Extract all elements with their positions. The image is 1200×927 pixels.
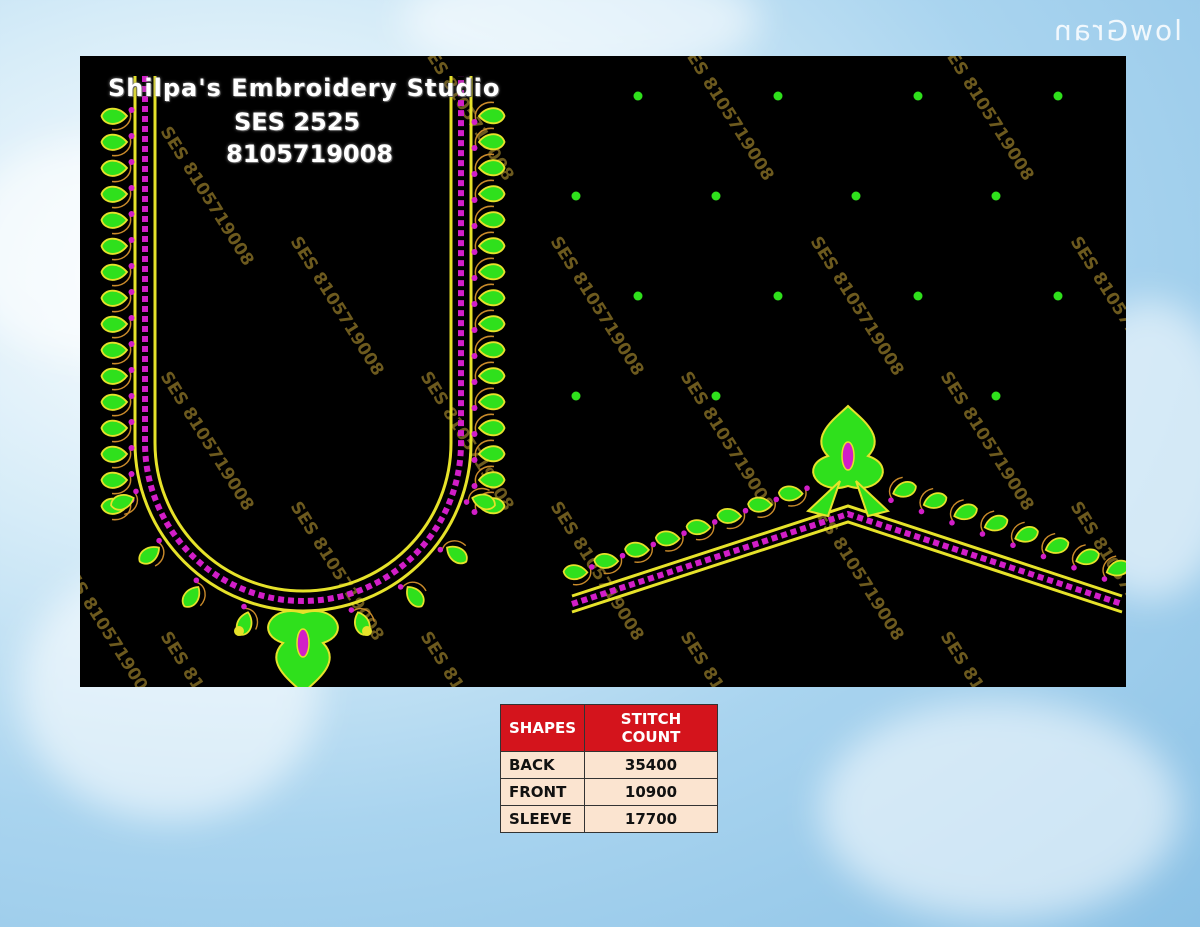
green-dot (913, 91, 923, 101)
embroidery-design-panel: SES 8105719008 SES 8105719008 SES 81057190… (80, 56, 1126, 687)
leaf-motif (918, 487, 948, 515)
leaf-motif (100, 133, 135, 157)
leaf-motif (716, 507, 749, 530)
leaf-motif (100, 185, 135, 209)
watermark-text: SES 8105719008 (676, 368, 778, 515)
stitch-count-cell: 35400 (584, 751, 719, 779)
green-dot (991, 191, 1001, 201)
shape-cell: FRONT (499, 778, 586, 806)
watermark-text: SES 8105719008 (546, 233, 648, 380)
stitch-count-table: SHAPES STITCH COUNT BACK 35400 FRONT 109… (499, 704, 719, 833)
leaf-motif (1010, 521, 1039, 549)
watermark-text: SES 8105719008 (546, 498, 648, 645)
green-dot (773, 91, 783, 101)
watermark-text: SES 8105719008 (1066, 233, 1126, 380)
leaf-motif (562, 564, 595, 586)
leaf-motif (685, 519, 718, 541)
shape-cell: BACK (499, 751, 586, 779)
leaf-motif (100, 237, 135, 261)
green-dot (711, 191, 721, 201)
watermark-text: SES 8105719008 (806, 233, 908, 380)
watermark-text: SES 8105719008 (80, 558, 158, 687)
leaf-motif (471, 257, 506, 281)
leaf-motif (100, 107, 135, 131)
leaf-motif (100, 315, 135, 339)
leaf-motif (747, 496, 780, 518)
leaf-motif (100, 289, 135, 313)
green-dot (1053, 91, 1063, 101)
green-dot (633, 91, 643, 101)
leaf-motif (100, 263, 135, 287)
leaf-motif (979, 510, 1009, 537)
green-dot (851, 191, 861, 201)
table-header-row: SHAPES STITCH COUNT (499, 704, 719, 752)
leaf-motif (471, 283, 506, 307)
table-row: SLEEVE 17700 (499, 805, 719, 833)
leaf-motif (471, 387, 506, 411)
sleeve-border-design (562, 404, 1126, 614)
leaf-motif (100, 393, 135, 417)
leaf-motif (471, 335, 506, 359)
leaf-motif (100, 419, 135, 443)
green-dot (711, 391, 721, 401)
leaf-motif (100, 211, 135, 235)
leaf-motif (1040, 532, 1070, 560)
leaf-motif (888, 476, 917, 504)
green-dot (571, 191, 581, 201)
watermark-text: SES 8105719008 (676, 628, 778, 687)
watermark-text: SES 8105719008 (286, 233, 388, 380)
watermark-text: SES 8105719008 (416, 368, 518, 515)
leaf-motif (471, 413, 506, 437)
leaf-motif (471, 179, 506, 203)
column-header-stitch-count: STITCH COUNT (584, 704, 719, 752)
corner-watermark: lowGran (1052, 14, 1182, 47)
watermark-text: SES 8105719008 (676, 56, 778, 185)
stitch-count-cell: 10900 (584, 778, 719, 806)
column-header-shapes: SHAPES (499, 704, 586, 752)
leaf-motif (949, 499, 978, 526)
stitch-count-cell: 17700 (584, 805, 719, 833)
leaf-motif (471, 231, 506, 255)
watermark-text: SES 8105719008 (156, 628, 258, 687)
leaf-motif (624, 541, 657, 563)
green-dot (571, 391, 581, 401)
background-flower (820, 700, 1180, 920)
watermark-text: SES 8105719008 (936, 56, 1038, 185)
leaf-motif (777, 485, 810, 507)
table-row: FRONT 10900 (499, 778, 719, 806)
green-dot (633, 291, 643, 301)
leaf-motif (100, 159, 135, 183)
leaf-motif (471, 205, 506, 229)
watermark-text: SES 8105719008 (936, 368, 1038, 515)
watermark-text: SES 8105719008 (156, 368, 258, 515)
leaf-motif (100, 445, 135, 469)
green-dot (913, 291, 923, 301)
watermark-text: SES 8105719008 (416, 628, 518, 687)
studio-phone: 8105719008 (226, 140, 393, 168)
leaf-motif (100, 367, 135, 391)
leaf-motif (471, 361, 506, 385)
design-code: SES 2525 (234, 108, 361, 136)
table-row: BACK 35400 (499, 751, 719, 779)
leaf-motif (471, 309, 506, 333)
leaf-motif (100, 471, 135, 495)
green-dot (1053, 291, 1063, 301)
neck-center-flower (234, 610, 372, 687)
studio-name: Shilpa's Embroidery Studio (108, 74, 501, 102)
green-dot (773, 291, 783, 301)
leaf-motif (654, 530, 687, 552)
green-dot (991, 391, 1001, 401)
shape-cell: SLEEVE (499, 805, 586, 833)
sleeve-center-flower (805, 404, 891, 518)
leaf-motif (100, 341, 135, 365)
watermark-text: SES 8105719008 (936, 628, 1038, 687)
